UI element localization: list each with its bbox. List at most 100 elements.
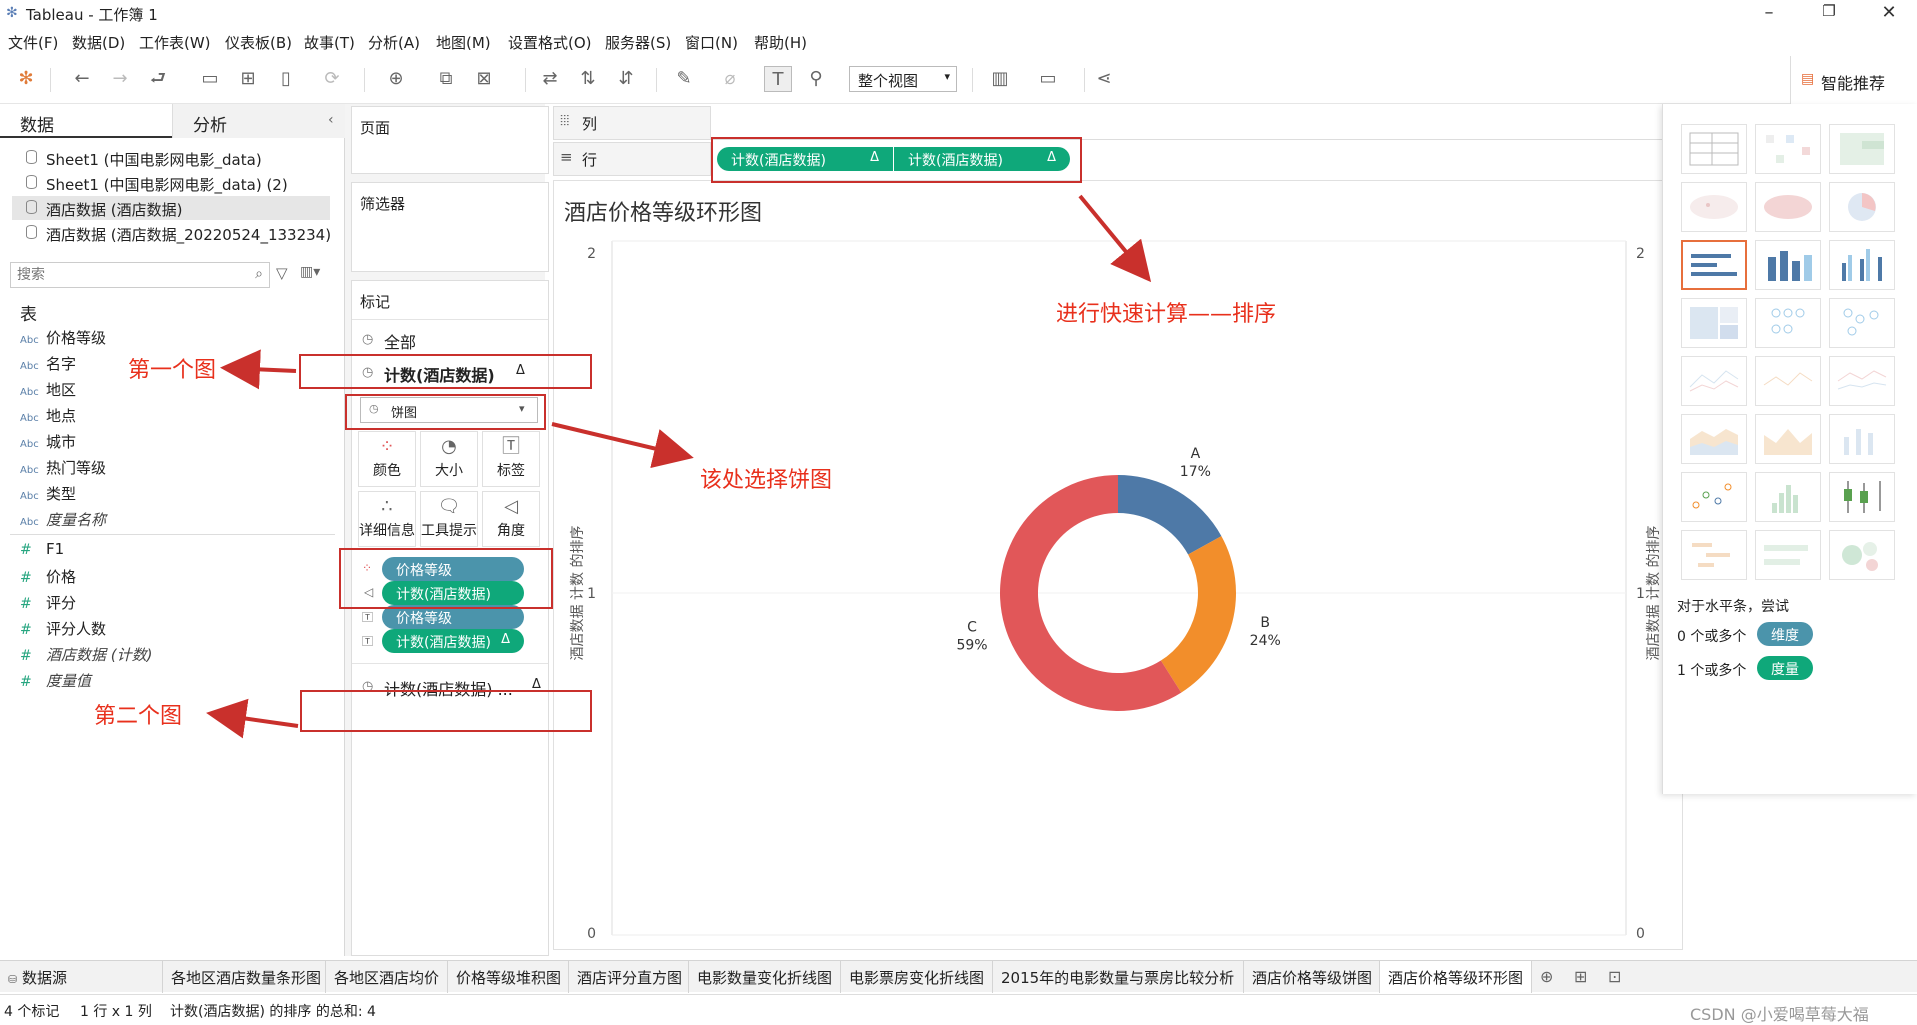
- redo-icon[interactable]: →: [106, 66, 134, 92]
- donut-slice-b[interactable]: [1160, 536, 1236, 693]
- replay-icon[interactable]: ⮐: [144, 66, 172, 92]
- new-dashboard-icon[interactable]: ⊞: [1574, 967, 1587, 986]
- menu-worksheet[interactable]: 工作表(W): [139, 32, 211, 53]
- field-dimension[interactable]: Abc 度量名称: [20, 509, 106, 533]
- detail-button[interactable]: ∴ 详细信息: [358, 491, 416, 547]
- pause-updates-icon[interactable]: ▯: [272, 66, 300, 92]
- chart-thumb-highlight-table[interactable]: [1829, 124, 1895, 174]
- new-datasource-icon[interactable]: ⊞: [234, 66, 262, 92]
- chart-thumb-continuous-line[interactable]: [1681, 356, 1747, 406]
- sheet-tab[interactable]: 电影票房变化折线图: [841, 961, 993, 993]
- duplicate-sheet-icon[interactable]: ⧉: [432, 66, 460, 92]
- chart-thumb-packed-bubbles[interactable]: [1829, 530, 1895, 580]
- search-box[interactable]: ⌕: [10, 262, 270, 288]
- save-icon[interactable]: ▭: [196, 66, 224, 92]
- filters-card[interactable]: 筛选器: [351, 182, 549, 272]
- sheet-tab[interactable]: 各地区酒店均价: [326, 961, 448, 993]
- chart-thumb-side-by-side-circle[interactable]: [1829, 298, 1895, 348]
- chart-thumb-dual-line[interactable]: [1829, 356, 1895, 406]
- field-measure[interactable]: # F1: [20, 540, 64, 564]
- chart-thumb-box-plot[interactable]: [1829, 472, 1895, 522]
- chart-thumb-heat-map[interactable]: [1755, 124, 1821, 174]
- tab-data[interactable]: 数据: [0, 104, 172, 138]
- chart-thumb-symbol-map[interactable]: [1681, 182, 1747, 232]
- sheet-tab[interactable]: 电影数量变化折线图: [689, 961, 841, 993]
- collapse-pane-icon[interactable]: ‹: [328, 112, 334, 128]
- swap-icon[interactable]: ⇄: [536, 66, 564, 92]
- close-button[interactable]: ✕: [1869, 2, 1909, 23]
- field-dimension[interactable]: Abc 热门等级: [20, 457, 106, 481]
- search-input[interactable]: [17, 264, 237, 286]
- mark-pill-count[interactable]: 计数(酒店数据) Δ: [382, 629, 524, 653]
- pin-icon[interactable]: ⚲: [802, 66, 830, 92]
- undo-icon[interactable]: ←: [68, 66, 96, 92]
- menu-map[interactable]: 地图(M): [436, 32, 491, 53]
- datasource-item[interactable]: Sheet1 (中国电影网电影_data) (2): [12, 171, 330, 195]
- chart-thumb-horizontal-bar[interactable]: [1681, 240, 1747, 290]
- chart-thumb-filled-map[interactable]: [1755, 182, 1821, 232]
- sheet-tab[interactable]: 2015年的电影数量与票房比较分析: [993, 961, 1244, 993]
- sheet-tab-active[interactable]: 酒店价格等级环形图: [1380, 961, 1532, 993]
- field-dimension[interactable]: Abc 城市: [20, 431, 76, 455]
- sheet-tab[interactable]: 酒店价格等级饼图: [1244, 961, 1380, 993]
- share-icon[interactable]: ⋖: [1090, 66, 1118, 92]
- chart-thumb-pie[interactable]: [1829, 182, 1895, 232]
- presentation-icon[interactable]: ▭: [1034, 66, 1062, 92]
- menu-format[interactable]: 设置格式(O): [508, 32, 592, 53]
- sheet-tab[interactable]: 各地区酒店数量条形图: [163, 961, 326, 993]
- field-dimension[interactable]: Abc 地区: [20, 379, 76, 403]
- tooltip-button[interactable]: 🗨 工具提示: [420, 491, 478, 547]
- datasource-item[interactable]: Sheet1 (中国电影网电影_data): [12, 146, 330, 170]
- filter-icon[interactable]: ▽: [276, 264, 288, 282]
- chart-thumb-gantt[interactable]: [1681, 530, 1747, 580]
- angle-button[interactable]: ◁ 角度: [482, 491, 540, 547]
- chart-thumb-treemap[interactable]: [1681, 298, 1747, 348]
- label-button[interactable]: 🅃 标签: [482, 431, 540, 487]
- restore-button[interactable]: ❐: [1809, 2, 1849, 20]
- new-worksheet-icon[interactable]: ⊕: [1540, 967, 1553, 986]
- tab-datasource[interactable]: ⛁ 数据源: [0, 961, 163, 993]
- chart-thumb-dual-combination[interactable]: [1829, 414, 1895, 464]
- tab-analysis[interactable]: 分析: [172, 104, 345, 138]
- marks-all[interactable]: 全部: [384, 329, 416, 353]
- menu-data[interactable]: 数据(D): [72, 32, 125, 53]
- chart-thumb-side-by-side-bar[interactable]: [1829, 240, 1895, 290]
- size-button[interactable]: ◔ 大小: [420, 431, 478, 487]
- menu-dashboard[interactable]: 仪表板(B): [225, 32, 292, 53]
- smart-recommend-tab[interactable]: ▤ 智能推荐: [1790, 56, 1917, 104]
- chart-thumb-histogram[interactable]: [1755, 472, 1821, 522]
- chart-thumb-discrete-line[interactable]: [1755, 356, 1821, 406]
- highlight-icon[interactable]: ✎: [670, 66, 698, 92]
- chart-thumb-text-table[interactable]: [1681, 124, 1747, 174]
- sort-asc-icon[interactable]: ⇅: [574, 66, 602, 92]
- menu-window[interactable]: 窗口(N): [685, 32, 738, 53]
- show-labels-icon[interactable]: T: [764, 66, 792, 92]
- datasource-item-selected[interactable]: 酒店数据 (酒店数据): [12, 196, 330, 220]
- sort-desc-icon[interactable]: ⇵: [612, 66, 640, 92]
- view-options-icon[interactable]: ▥▾: [300, 264, 320, 280]
- pages-card[interactable]: 页面: [351, 106, 549, 174]
- sheet-tab[interactable]: 酒店评分直方图: [569, 961, 689, 993]
- donut-slice-a[interactable]: [1118, 475, 1222, 555]
- chart-thumb-bullet[interactable]: [1755, 530, 1821, 580]
- sheet-tab[interactable]: 价格等级堆积图: [448, 961, 569, 993]
- new-worksheet-icon[interactable]: ⊕: [382, 66, 410, 92]
- field-measure[interactable]: # 度量值: [20, 670, 91, 694]
- new-story-icon[interactable]: ⊡: [1608, 967, 1621, 986]
- chart-thumb-area-discrete[interactable]: [1755, 414, 1821, 464]
- field-measure[interactable]: # 评分: [20, 592, 76, 616]
- group-icon[interactable]: ⌀: [716, 66, 744, 92]
- field-dimension[interactable]: Abc 名字: [20, 353, 76, 377]
- view-fit-select[interactable]: 整个视图 ▾: [849, 66, 957, 92]
- field-dimension[interactable]: Abc 价格等级: [20, 327, 106, 351]
- field-measure[interactable]: # 评分人数: [20, 618, 106, 642]
- minimize-button[interactable]: –: [1749, 2, 1789, 23]
- field-measure[interactable]: # 酒店数据 (计数): [20, 644, 152, 668]
- menu-analysis[interactable]: 分析(A): [368, 32, 420, 53]
- menu-story[interactable]: 故事(T): [304, 32, 355, 53]
- refresh-icon[interactable]: ⟳: [318, 66, 346, 92]
- field-measure[interactable]: # 价格: [20, 566, 76, 590]
- chart-thumb-stacked-bar[interactable]: [1755, 240, 1821, 290]
- tableau-home-icon[interactable]: ✻: [12, 66, 40, 92]
- field-dimension[interactable]: Abc 地点: [20, 405, 76, 429]
